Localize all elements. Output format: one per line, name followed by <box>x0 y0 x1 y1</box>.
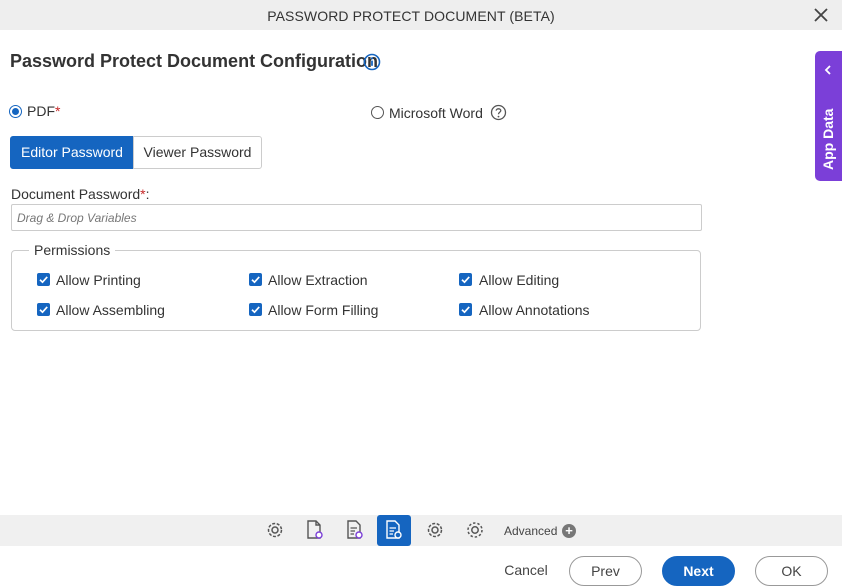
allow-extraction-checkbox[interactable] <box>249 273 262 286</box>
dialog-title: PASSWORD PROTECT DOCUMENT (BETA) <box>267 8 555 24</box>
allow-editing-label: Allow Editing <box>479 272 560 288</box>
permissions-legend: Permissions <box>29 242 116 258</box>
advanced-link[interactable]: Advanced <box>504 524 557 538</box>
allow-assembling-label: Allow Assembling <box>56 302 165 318</box>
allow-extraction-label: Allow Extraction <box>268 272 368 288</box>
info-icon[interactable] <box>363 53 381 71</box>
close-icon[interactable] <box>812 6 830 24</box>
allow-form-filling-label: Allow Form Filling <box>268 302 379 318</box>
document-settings-icon[interactable] <box>298 515 332 546</box>
page-title: Password Protect Document Configuration <box>10 51 379 71</box>
tab-viewer-password[interactable]: Viewer Password <box>133 136 262 169</box>
prev-button[interactable]: Prev <box>569 556 642 586</box>
tab-editor-password[interactable]: Editor Password <box>10 136 134 169</box>
help-icon[interactable] <box>490 104 507 121</box>
pdf-radio[interactable] <box>9 105 22 118</box>
cancel-button[interactable]: Cancel <box>496 556 556 586</box>
pdf-radio-label: PDF* <box>27 103 61 119</box>
microsoft-word-radio-label: Microsoft Word <box>389 105 483 121</box>
document-list-settings-icon[interactable] <box>338 515 372 546</box>
permissions-group <box>11 250 701 331</box>
app-data-panel-tab[interactable]: App Data <box>815 51 842 181</box>
allow-printing-label: Allow Printing <box>56 272 141 288</box>
ok-button[interactable]: OK <box>755 556 828 586</box>
plus-circle-icon[interactable]: + <box>562 524 576 538</box>
microsoft-word-radio[interactable] <box>371 106 384 119</box>
document-password-label: Document Password*: <box>11 186 150 202</box>
settings-gear-icon[interactable] <box>258 515 292 546</box>
app-data-label: App Data <box>820 108 836 170</box>
next-button[interactable]: Next <box>662 556 735 586</box>
step-toolbar: Advanced + <box>0 515 842 546</box>
allow-form-filling-checkbox[interactable] <box>249 303 262 316</box>
dialog-titlebar: PASSWORD PROTECT DOCUMENT (BETA) <box>0 0 842 30</box>
document-lock-icon[interactable] <box>377 515 411 546</box>
document-password-input[interactable]: Drag & Drop Variables <box>11 204 702 231</box>
allow-annotations-label: Allow Annotations <box>479 302 590 318</box>
chevron-left-icon <box>823 63 833 81</box>
allow-annotations-checkbox[interactable] <box>459 303 472 316</box>
gear-icon[interactable] <box>418 515 452 546</box>
allow-editing-checkbox[interactable] <box>459 273 472 286</box>
gear-alt-icon[interactable] <box>458 515 492 546</box>
allow-assembling-checkbox[interactable] <box>37 303 50 316</box>
allow-printing-checkbox[interactable] <box>37 273 50 286</box>
